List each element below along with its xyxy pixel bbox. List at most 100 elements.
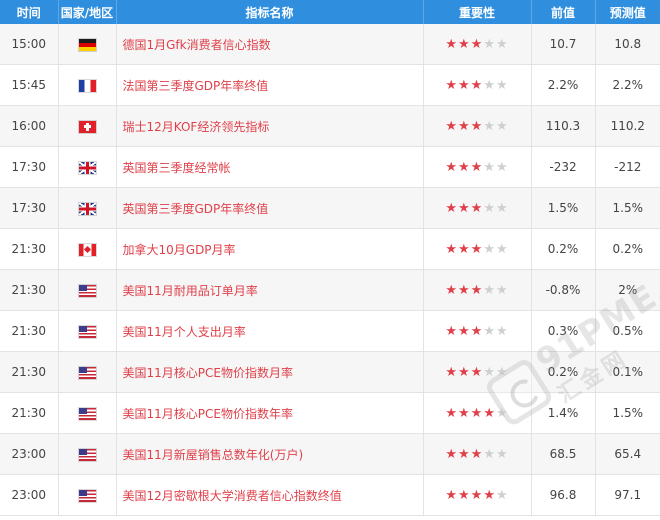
star-filled-icon: ★ — [470, 487, 484, 503]
star-empty-icon: ★ — [483, 364, 496, 380]
star-filled-icon: ★ — [445, 323, 459, 339]
header-indicator: 指标名称 — [116, 0, 424, 24]
previous-value: 0.3% — [531, 310, 596, 352]
star-filled-icon: ★ — [445, 200, 459, 216]
star-filled-icon: ★ — [458, 323, 471, 339]
us-flag-icon — [78, 366, 96, 379]
star-empty-icon: ★ — [495, 364, 509, 380]
indicator-name[interactable]: 美国11月新屋销售总数年化(万户) — [116, 433, 424, 475]
header-previous: 前值 — [531, 0, 596, 24]
country-cell — [58, 146, 117, 188]
table-row: 21:30 加拿大10月GDP月率 ★★★★★ 0.2% 0.2% — [0, 228, 660, 270]
us-flag-icon — [78, 284, 96, 297]
star-filled-icon: ★ — [458, 241, 471, 257]
table-row: 17:30 英国第三季度经常帐 ★★★★★ -232 -212 — [0, 146, 660, 188]
indicator-name[interactable]: 英国第三季度经常帐 — [116, 146, 424, 188]
star-empty-icon: ★ — [495, 405, 509, 421]
country-cell — [58, 24, 117, 65]
table-row: 15:00 德国1月Gfk消费者信心指数 ★★★★★ 10.7 10.8 — [0, 24, 660, 65]
indicator-name[interactable]: 美国11月个人支出月率 — [116, 310, 424, 352]
indicator-name[interactable]: 德国1月Gfk消费者信心指数 — [116, 24, 424, 65]
indicator-name[interactable]: 加拿大10月GDP月率 — [116, 228, 424, 270]
star-filled-icon: ★ — [470, 241, 484, 257]
star-empty-icon: ★ — [483, 282, 496, 298]
country-cell — [58, 392, 117, 434]
star-filled-icon: ★ — [470, 364, 484, 380]
table-header-row: 时间 国家/地区 指标名称 重要性 前值 预测值 — [0, 0, 660, 24]
indicator-name[interactable]: 瑞士12月KOF经济领先指标 — [116, 105, 424, 147]
previous-value: 0.2% — [531, 228, 596, 270]
importance-rating: ★★★★★ — [423, 310, 532, 352]
star-filled-icon: ★ — [458, 282, 471, 298]
star-filled-icon: ★ — [445, 364, 459, 380]
star-filled-icon: ★ — [458, 446, 471, 462]
indicator-name[interactable]: 美国12月密歇根大学消费者信心指数终值 — [116, 474, 424, 516]
indicator-name[interactable]: 美国11月核心PCE物价指数月率 — [116, 351, 424, 393]
table-row: 16:00 瑞士12月KOF经济领先指标 ★★★★★ 110.3 110.2 — [0, 105, 660, 147]
country-cell — [58, 433, 117, 475]
indicator-name[interactable]: 美国11月核心PCE物价指数年率 — [116, 392, 424, 434]
economic-calendar-table: 时间 国家/地区 指标名称 重要性 前值 预测值 15:00 德国1月Gfk消费者… — [0, 0, 660, 516]
star-empty-icon: ★ — [483, 118, 496, 134]
star-filled-icon: ★ — [445, 405, 459, 421]
star-empty-icon: ★ — [495, 487, 509, 503]
country-cell — [58, 228, 117, 270]
forecast-value: 1.5% — [595, 187, 660, 229]
star-filled-icon: ★ — [470, 323, 484, 339]
table-row: 23:00 美国11月新屋销售总数年化(万户) ★★★★★ 68.5 65.4 — [0, 433, 660, 475]
previous-value: 1.5% — [531, 187, 596, 229]
switzerland-flag-icon — [78, 120, 96, 133]
country-cell — [58, 105, 117, 147]
forecast-value: 2.2% — [595, 64, 660, 106]
star-filled-icon: ★ — [470, 36, 484, 52]
table-row: 21:30 美国11月耐用品订单月率 ★★★★★ -0.8% 2% — [0, 269, 660, 311]
indicator-name[interactable]: 法国第三季度GDP年率终值 — [116, 64, 424, 106]
event-time: 15:45 — [0, 64, 59, 106]
previous-value: 96.8 — [531, 474, 596, 516]
star-filled-icon: ★ — [458, 77, 471, 93]
star-filled-icon: ★ — [483, 487, 496, 503]
star-empty-icon: ★ — [483, 241, 496, 257]
forecast-value: 65.4 — [595, 433, 660, 475]
france-flag-icon — [78, 79, 96, 92]
forecast-value: -212 — [595, 146, 660, 188]
importance-rating: ★★★★★ — [423, 187, 532, 229]
star-empty-icon: ★ — [495, 118, 509, 134]
star-empty-icon: ★ — [483, 77, 496, 93]
star-empty-icon: ★ — [495, 446, 509, 462]
table-row: 21:30 美国11月核心PCE物价指数月率 ★★★★★ 0.2% 0.1% — [0, 351, 660, 393]
forecast-value: 110.2 — [595, 105, 660, 147]
table-row: 21:30 美国11月个人支出月率 ★★★★★ 0.3% 0.5% — [0, 310, 660, 352]
star-empty-icon: ★ — [495, 282, 509, 298]
us-flag-icon — [78, 448, 96, 461]
star-empty-icon: ★ — [495, 323, 509, 339]
us-flag-icon — [78, 489, 96, 502]
header-time: 时间 — [0, 0, 59, 24]
star-empty-icon: ★ — [483, 446, 496, 462]
indicator-name[interactable]: 美国11月耐用品订单月率 — [116, 269, 424, 311]
previous-value: 0.2% — [531, 351, 596, 393]
event-time: 16:00 — [0, 105, 59, 147]
star-empty-icon: ★ — [483, 323, 496, 339]
star-filled-icon: ★ — [458, 200, 471, 216]
star-filled-icon: ★ — [445, 282, 459, 298]
event-time: 21:30 — [0, 351, 59, 393]
importance-rating: ★★★★★ — [423, 392, 532, 434]
indicator-name[interactable]: 英国第三季度GDP年率终值 — [116, 187, 424, 229]
previous-value: 68.5 — [531, 433, 596, 475]
forecast-value: 0.2% — [595, 228, 660, 270]
forecast-value: 0.5% — [595, 310, 660, 352]
country-cell — [58, 310, 117, 352]
star-filled-icon: ★ — [458, 405, 471, 421]
star-empty-icon: ★ — [483, 159, 496, 175]
event-time: 21:30 — [0, 228, 59, 270]
importance-rating: ★★★★★ — [423, 474, 532, 516]
star-filled-icon: ★ — [445, 487, 459, 503]
importance-rating: ★★★★★ — [423, 351, 532, 393]
event-time: 15:00 — [0, 24, 59, 65]
star-filled-icon: ★ — [445, 159, 459, 175]
star-filled-icon: ★ — [445, 118, 459, 134]
forecast-value: 1.5% — [595, 392, 660, 434]
country-cell — [58, 474, 117, 516]
star-empty-icon: ★ — [495, 36, 509, 52]
